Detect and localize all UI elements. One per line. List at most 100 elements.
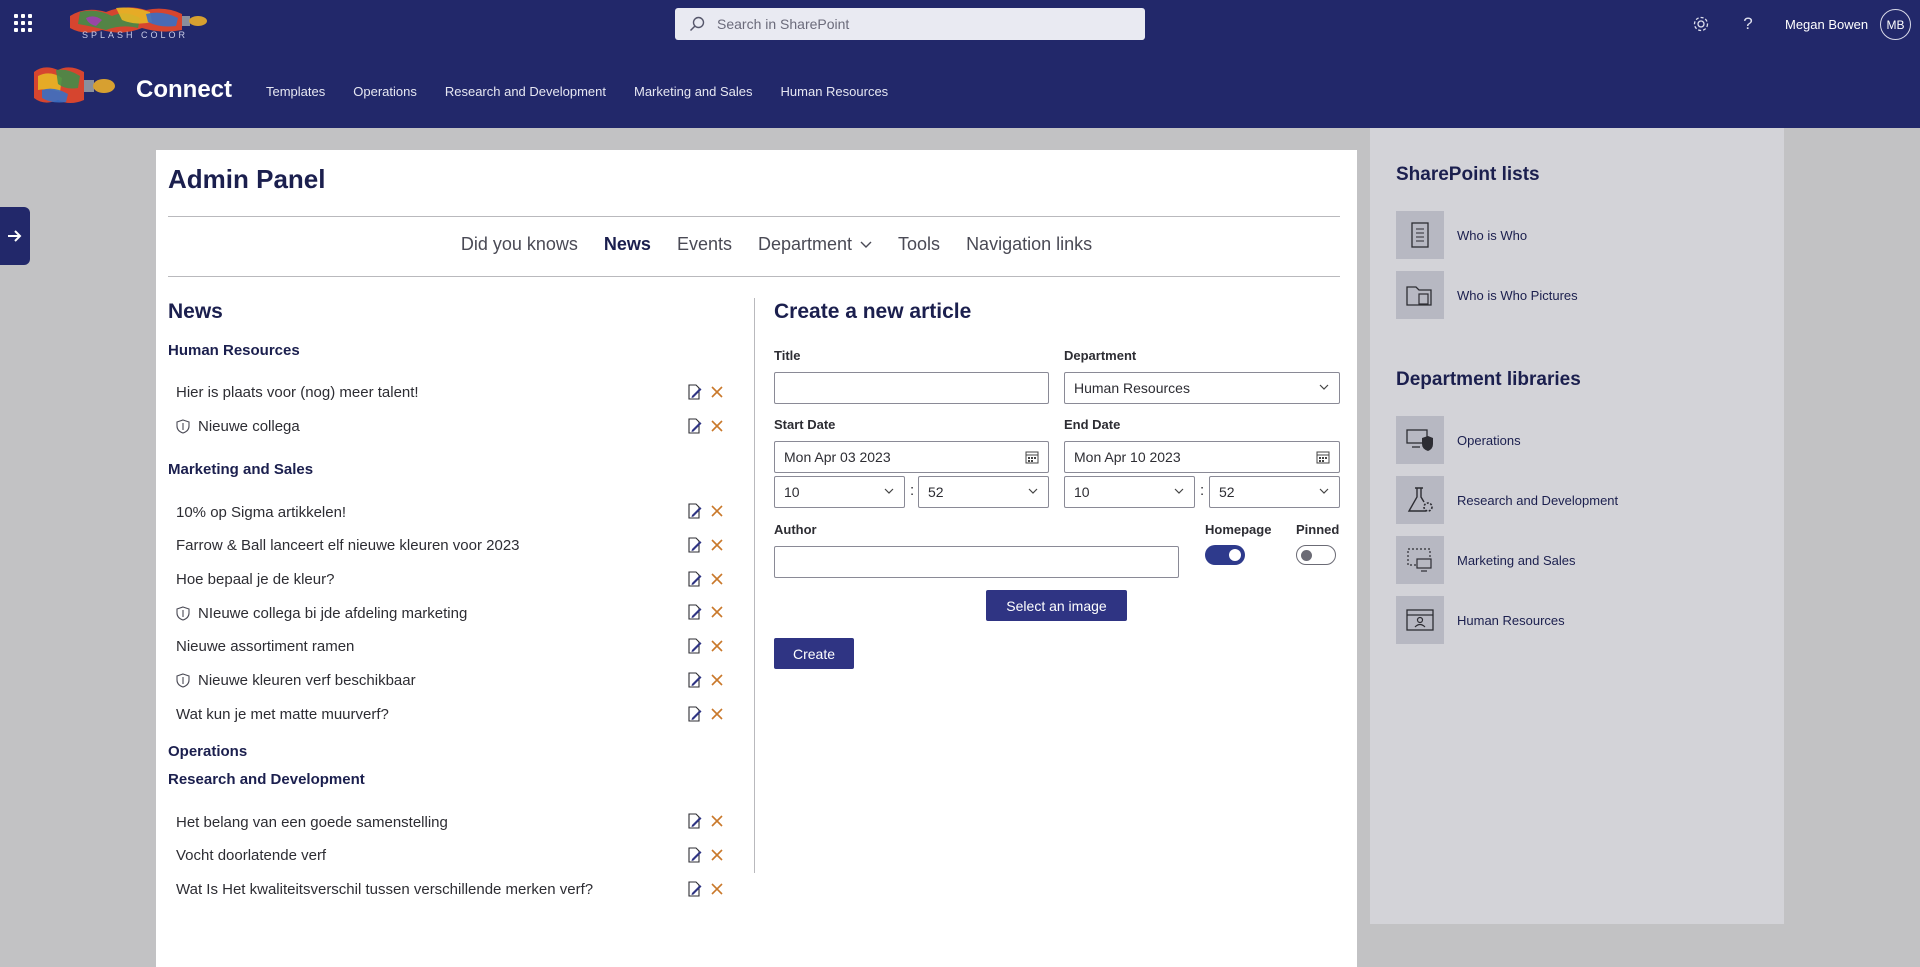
homepage-toggle[interactable] [1205, 545, 1245, 565]
start-date-input[interactable]: Mon Apr 03 2023 [774, 441, 1049, 473]
end-minute-select[interactable]: 52 [1209, 476, 1340, 508]
vertical-divider [754, 298, 755, 873]
chevron-down-icon [1173, 485, 1185, 497]
nav-marketing-and-sales[interactable]: Marketing and Sales [634, 84, 753, 99]
news-item-title: Het belang van een goede samenstelling [176, 813, 448, 831]
avatar[interactable]: MB [1880, 9, 1911, 40]
tab-label: Navigation links [966, 234, 1093, 254]
list-who-is-who[interactable]: Who is Who [1396, 210, 1527, 260]
edit-icon[interactable] [686, 813, 702, 829]
search-box[interactable]: Search in SharePoint [675, 8, 1145, 40]
start-date-label: Start Date [774, 417, 836, 432]
end-date-input[interactable]: Mon Apr 10 2023 [1064, 441, 1340, 473]
end-date-label: End Date [1064, 417, 1121, 432]
brand-text: SPLASH COLOR [82, 30, 189, 40]
news-group-title: Human Resources [168, 342, 300, 359]
edit-icon[interactable] [686, 604, 702, 620]
news-item-title: 10% op Sigma artikkelen! [176, 503, 347, 521]
edit-icon[interactable] [686, 503, 702, 519]
delete-icon[interactable] [710, 814, 724, 828]
library-research-and-development[interactable]: Research and Development [1396, 475, 1618, 525]
start-minute-value: 52 [928, 484, 944, 500]
calendar-icon[interactable] [1025, 450, 1039, 464]
news-group-title: Operations [168, 743, 248, 761]
edit-icon[interactable] [686, 418, 702, 434]
delete-icon[interactable] [710, 707, 724, 721]
create-article-form: Create a new article Title Department Hu… [774, 298, 1340, 669]
contact-card-icon [1396, 596, 1444, 644]
pinned-toggle[interactable] [1296, 545, 1336, 565]
site-title[interactable]: Connect [136, 76, 232, 104]
calendar-icon[interactable] [1316, 450, 1330, 464]
news-item-title: Nieuwe kleuren verf beschikbaar [198, 672, 416, 690]
chevron-down-icon [1318, 485, 1330, 497]
delete-icon[interactable] [710, 572, 724, 586]
nav-templates[interactable]: Templates [266, 84, 325, 99]
author-input[interactable] [774, 546, 1179, 578]
department-select[interactable]: Human Resources [1064, 372, 1340, 404]
tab-did-you-knows[interactable]: Did you knows [461, 234, 578, 255]
help-icon[interactable]: ? [1737, 13, 1759, 35]
edit-icon[interactable] [686, 881, 702, 897]
chevron-down-icon [1318, 381, 1330, 393]
delete-icon[interactable] [710, 882, 724, 896]
end-hour-select[interactable]: 10 [1064, 476, 1195, 508]
nav-operations[interactable]: Operations [353, 84, 417, 99]
library-marketing-and-sales[interactable]: Marketing and Sales [1396, 535, 1576, 585]
tab-events[interactable]: Events [677, 234, 732, 255]
news-item-actions [686, 672, 724, 688]
delete-icon[interactable] [710, 385, 724, 399]
library-operations[interactable]: Operations [1396, 415, 1521, 465]
waffle-icon[interactable] [14, 14, 32, 32]
end-hour-value: 10 [1074, 484, 1090, 500]
delete-icon[interactable] [710, 419, 724, 433]
edit-icon[interactable] [686, 847, 702, 863]
tab-department[interactable]: Department [758, 234, 872, 255]
user-name[interactable]: Megan Bowen [1785, 17, 1868, 32]
delete-icon[interactable] [710, 848, 724, 862]
time-separator: : [910, 482, 915, 499]
news-item: 10% op Sigma artikkelen! [168, 495, 738, 529]
edit-icon[interactable] [686, 638, 702, 654]
shield-icon [176, 606, 190, 621]
edit-icon[interactable] [686, 705, 702, 722]
nav-research-and-development[interactable]: Research and Development [445, 84, 606, 99]
edit-icon[interactable] [686, 384, 702, 400]
end-date-value: Mon Apr 10 2023 [1074, 449, 1181, 465]
news-item-title: Hoe bepaal je de kleur? [176, 571, 335, 589]
delete-icon[interactable] [710, 538, 724, 552]
news-item-actions [686, 537, 724, 553]
delete-icon[interactable] [710, 673, 724, 687]
news-item-list: 10% op Sigma artikkelen! Farrow & Ball la… [168, 495, 738, 731]
chevron-down-icon [883, 485, 895, 497]
edit-icon[interactable] [686, 571, 702, 587]
homepage-label: Homepage [1205, 522, 1272, 537]
news-item-list: Het belang van een goede samenstelling Vo… [168, 805, 738, 906]
news-groups: Human Resources Hier is plaats voor (nog)… [168, 342, 738, 906]
document-list-icon [1396, 211, 1444, 259]
tab-navigation-links[interactable]: Navigation links [966, 234, 1092, 255]
news-heading: News [168, 300, 223, 323]
news-item-actions [686, 418, 724, 434]
news-item-actions [686, 881, 724, 897]
edit-icon[interactable] [686, 672, 702, 688]
start-hour-value: 10 [784, 484, 800, 500]
select-image-button[interactable]: Select an image [986, 590, 1127, 621]
nav-human-resources[interactable]: Human Resources [781, 84, 889, 99]
delete-icon[interactable] [710, 504, 724, 518]
start-minute-select[interactable]: 52 [918, 476, 1049, 508]
create-button[interactable]: Create [774, 638, 854, 669]
delete-icon[interactable] [710, 639, 724, 653]
shield-icon [176, 419, 190, 434]
tab-news[interactable]: News [604, 234, 651, 255]
title-input[interactable] [774, 372, 1049, 404]
tab-tools[interactable]: Tools [898, 234, 940, 255]
edit-icon[interactable] [686, 537, 702, 553]
news-item-title: Vocht doorlatende verf [176, 847, 327, 865]
library-human-resources[interactable]: Human Resources [1396, 595, 1565, 645]
settings-icon[interactable] [1690, 13, 1712, 35]
list-who-is-who-pictures[interactable]: Who is Who Pictures [1396, 270, 1578, 320]
start-hour-select[interactable]: 10 [774, 476, 905, 508]
expand-panel-button[interactable] [0, 207, 30, 265]
delete-icon[interactable] [710, 605, 724, 619]
